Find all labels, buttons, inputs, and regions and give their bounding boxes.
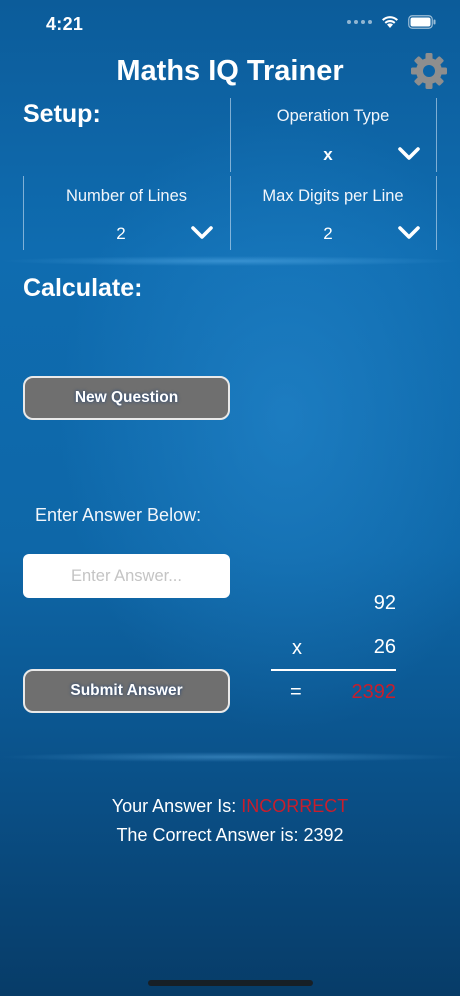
divider (436, 98, 437, 172)
setup-title: Setup: (23, 100, 101, 128)
equation-line-1: 92 (373, 592, 396, 614)
answer-input[interactable] (23, 554, 230, 598)
operation-type-label: Operation Type (276, 107, 390, 125)
section-divider (0, 752, 460, 762)
your-answer-prefix: Your Answer Is: (111, 796, 242, 816)
battery-icon (408, 14, 436, 29)
equation-line-2: 26 (373, 636, 396, 658)
your-answer-line: Your Answer Is: INCORRECT (0, 796, 460, 817)
chevron-down-icon[interactable] (397, 146, 421, 162)
correct-answer-text: The Correct Answer is: 2392 (116, 825, 344, 845)
operation-type-picker[interactable]: Operation Type x (230, 98, 436, 172)
submit-answer-button[interactable]: Submit Answer (23, 669, 230, 713)
number-of-lines-value: 2 (116, 224, 126, 243)
answer-status: INCORRECT (241, 796, 349, 816)
calculate-title: Calculate: (23, 274, 143, 302)
max-digits-picker[interactable]: Max Digits per Line 2 (230, 176, 436, 250)
chevron-down-icon[interactable] (397, 225, 421, 241)
divider (436, 176, 437, 250)
app-title: Maths IQ Trainer (116, 55, 344, 87)
max-digits-value: 2 (323, 224, 333, 243)
home-indicator (148, 980, 313, 986)
chevron-down-icon[interactable] (190, 225, 214, 241)
operation-type-value: x (323, 145, 333, 164)
wifi-icon (382, 16, 398, 28)
status-icons (347, 14, 436, 29)
status-time: 4:21 (46, 14, 84, 34)
equation-underline (271, 669, 396, 671)
max-digits-label: Max Digits per Line (262, 187, 404, 205)
section-divider (0, 256, 460, 266)
number-of-lines-picker[interactable]: Number of Lines 2 (23, 176, 230, 250)
number-of-lines-label: Number of Lines (65, 187, 188, 205)
gear-icon[interactable] (410, 52, 448, 90)
equation-result: 2392 (351, 681, 397, 703)
cellular-signal-icon (347, 19, 372, 24)
new-question-button[interactable]: New Question (23, 376, 230, 420)
enter-answer-label: Enter Answer Below: (35, 505, 202, 525)
